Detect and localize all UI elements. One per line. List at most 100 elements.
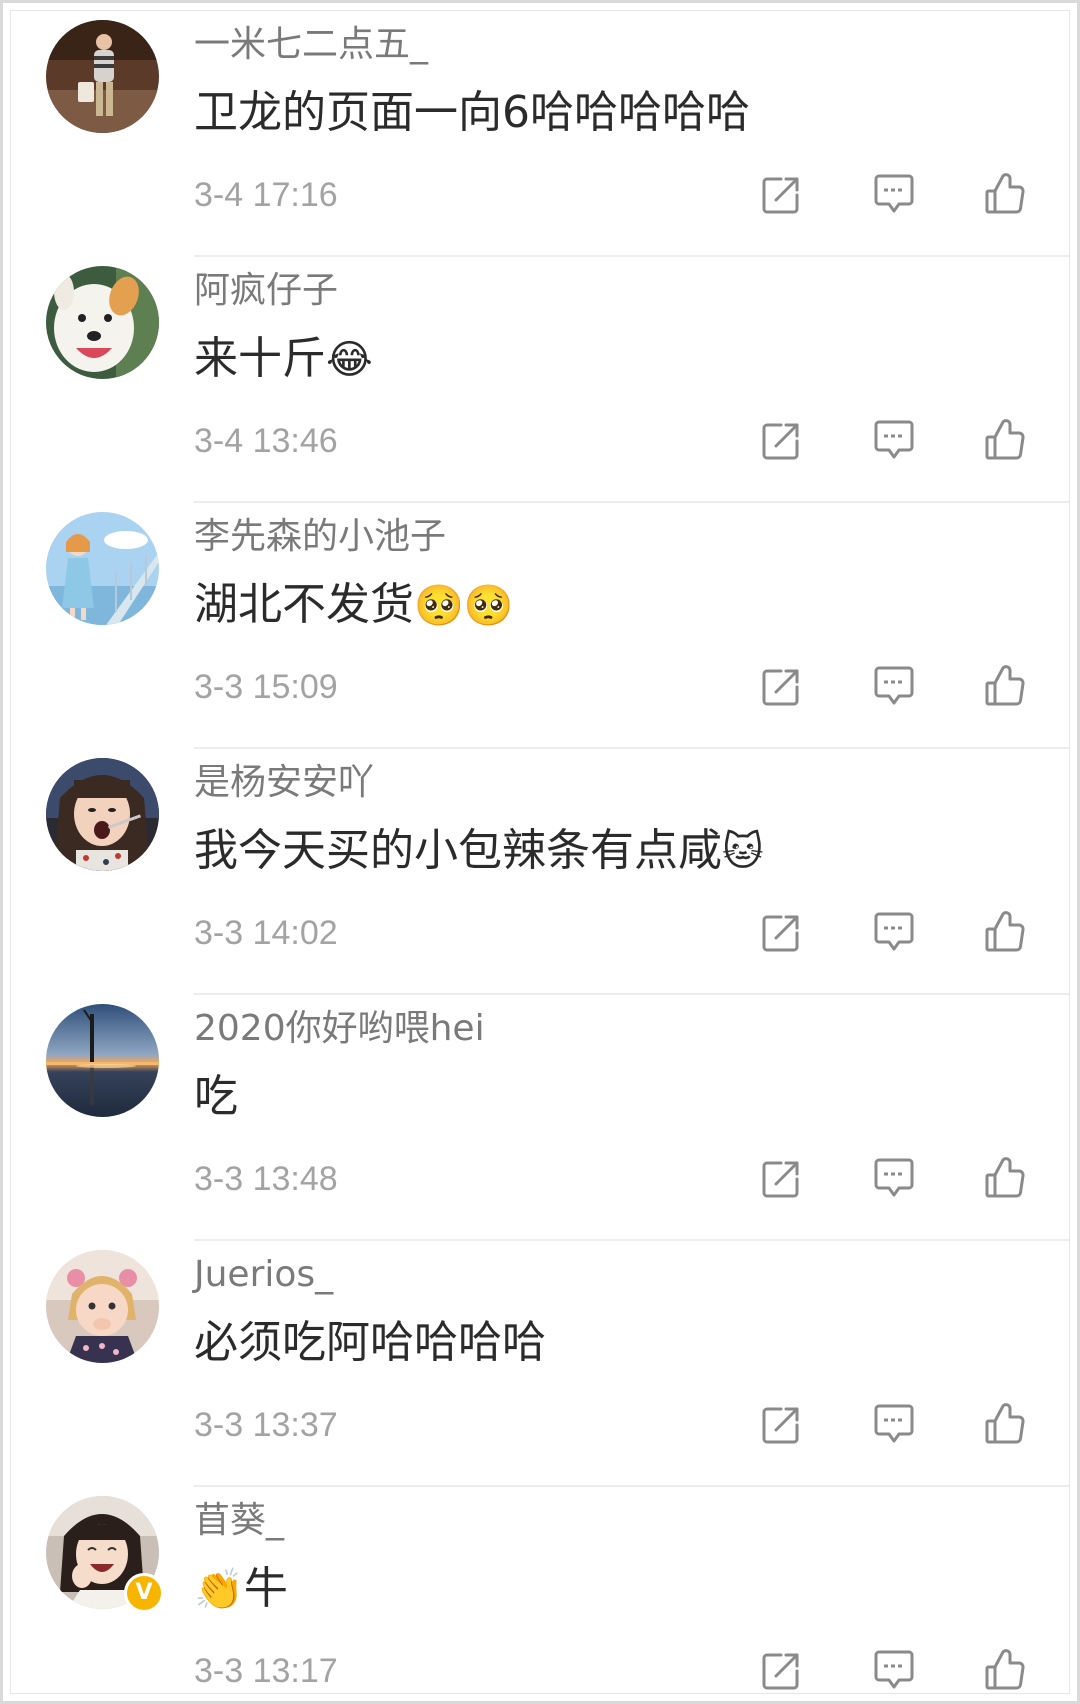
share-icon-svg (762, 1161, 799, 1198)
thumbs-up-icon (981, 415, 1031, 465)
like-button[interactable] (981, 907, 1031, 957)
comment-item: Juerios_ 必须吃阿哈哈哈哈 3-3 13:37 (11, 1241, 1069, 1487)
comment-actions (757, 907, 1057, 957)
comment-text: 湖北不发货 (194, 579, 414, 630)
comment-timestamp: 3-4 13:46 (194, 422, 338, 460)
comment-username[interactable]: 李先森的小池子 (194, 515, 446, 559)
share-button[interactable] (757, 1153, 807, 1203)
comment-username[interactable]: 一米七二点五_ (194, 23, 428, 67)
sunset-lake-avatar[interactable] (46, 1004, 159, 1117)
comment-icon (869, 907, 919, 957)
like-button[interactable] (981, 661, 1031, 711)
comment-emoji: 🥺🥺 (414, 583, 514, 629)
like-button[interactable] (981, 1645, 1031, 1693)
comment-icon (869, 169, 919, 219)
comment-list: 一米七二点五_ 卫龙的页面一向6哈哈哈哈哈 3-4 17:16 阿疯仔子来十斤😂 3-… (11, 11, 1069, 1693)
share-icon (757, 907, 807, 957)
reply-button[interactable] (869, 907, 919, 957)
thumbs-up-icon-svg (985, 665, 1025, 706)
comment-actions (757, 1153, 1057, 1203)
comment-text: 我今天买的小包辣条有点咸 (194, 825, 722, 876)
comment-icon-svg (874, 1404, 914, 1443)
share-icon-svg (762, 1407, 799, 1444)
share-button[interactable] (757, 1645, 807, 1693)
comment-emoji: 👏 (194, 1567, 244, 1613)
comment-icon (869, 1153, 919, 1203)
comment-actions (757, 661, 1057, 711)
share-button[interactable] (757, 907, 807, 957)
comment-actions (757, 169, 1057, 219)
comment-item: 是杨安安吖 我今天买的小包辣条有点咸🐱 3-3 14:02 (11, 749, 1069, 995)
share-button[interactable] (757, 169, 807, 219)
comment-username[interactable]: 2020你好哟喂hei (194, 1007, 485, 1051)
reply-button[interactable] (869, 1399, 919, 1449)
comment-message: 湖北不发货🥺🥺 (194, 577, 514, 634)
girl-eating-avatar[interactable] (46, 758, 159, 871)
comment-icon-svg (874, 1158, 914, 1197)
share-button[interactable] (757, 415, 807, 465)
comment-actions (757, 1399, 1057, 1449)
comment-item: 2020你好哟喂hei 吃 3-3 13:48 (11, 995, 1069, 1241)
screenshot-frame: 一米七二点五_ 卫龙的页面一向6哈哈哈哈哈 3-4 17:16 阿疯仔子来十斤😂 3-… (0, 0, 1080, 1704)
comment-text: 牛 (243, 1563, 288, 1614)
comment-timestamp: 3-3 15:09 (194, 668, 338, 706)
comment-text: 必须吃阿哈哈哈哈 (194, 1317, 546, 1368)
comment-icon-svg (874, 420, 914, 459)
thumbs-up-icon-svg (985, 1157, 1025, 1198)
comment-item: 阿疯仔子来十斤😂 3-4 13:46 (11, 257, 1069, 503)
thumbs-up-icon (981, 169, 1031, 219)
like-button[interactable] (981, 1399, 1031, 1449)
comment-text: 来十斤 (194, 333, 326, 384)
comment-message: 吃 (194, 1069, 238, 1126)
reply-button[interactable] (869, 169, 919, 219)
comment-username[interactable]: Juerios_ (194, 1253, 333, 1297)
anime-girl-bridge-avatar[interactable] (46, 512, 159, 625)
comment-feed: 一米七二点五_ 卫龙的页面一向6哈哈哈哈哈 3-4 17:16 阿疯仔子来十斤😂 3-… (10, 10, 1070, 1694)
comment-icon (869, 1645, 919, 1693)
thumbs-up-icon (981, 1645, 1031, 1693)
like-button[interactable] (981, 1153, 1031, 1203)
comment-text: 卫龙的页面一向6哈哈哈哈哈 (194, 87, 750, 138)
comment-timestamp: 3-3 14:02 (194, 914, 338, 952)
share-icon (757, 415, 807, 465)
surprised-child-avatar[interactable] (46, 1250, 159, 1363)
comment-timestamp: 3-4 17:16 (194, 176, 338, 214)
comment-text: 吃 (194, 1071, 238, 1122)
comment-icon-svg (874, 1650, 914, 1689)
share-icon (757, 661, 807, 711)
thumbs-up-icon (981, 907, 1031, 957)
comment-username[interactable]: 阿疯仔子 (194, 269, 338, 313)
like-button[interactable] (981, 169, 1031, 219)
share-icon (757, 1399, 807, 1449)
thumbs-up-icon-svg (985, 911, 1025, 952)
thumbs-up-icon (981, 1399, 1031, 1449)
comment-icon-svg (874, 174, 914, 213)
comment-message: 来十斤😂 (194, 331, 373, 388)
comment-icon-svg (874, 912, 914, 951)
comment-item: V 苜葵_ 👏牛 3-3 13:17 (11, 1487, 1069, 1693)
comment-item: 一米七二点五_ 卫龙的页面一向6哈哈哈哈哈 3-4 17:16 (11, 11, 1069, 257)
comment-username[interactable]: 苜葵_ (194, 1499, 284, 1543)
share-button[interactable] (757, 1399, 807, 1449)
comment-actions (757, 415, 1057, 465)
reply-button[interactable] (869, 1645, 919, 1693)
share-icon-svg (762, 1653, 799, 1690)
reply-button[interactable] (869, 415, 919, 465)
comment-message: 👏牛 (194, 1561, 288, 1618)
share-icon-svg (762, 915, 799, 952)
share-icon (757, 169, 807, 219)
comment-timestamp: 3-3 13:48 (194, 1160, 338, 1198)
like-button[interactable] (981, 415, 1031, 465)
share-icon-svg (762, 177, 799, 214)
share-icon-svg (762, 423, 799, 460)
comment-username[interactable]: 是杨安安吖 (194, 761, 374, 805)
reply-button[interactable] (869, 661, 919, 711)
white-dog-avatar[interactable] (46, 266, 159, 379)
thumbs-up-icon (981, 1153, 1031, 1203)
share-button[interactable] (757, 661, 807, 711)
reply-button[interactable] (869, 1153, 919, 1203)
thumbs-up-icon-svg (985, 419, 1025, 460)
woman-standing-avatar[interactable] (46, 20, 159, 133)
comment-icon (869, 415, 919, 465)
comment-timestamp: 3-3 13:37 (194, 1406, 338, 1444)
